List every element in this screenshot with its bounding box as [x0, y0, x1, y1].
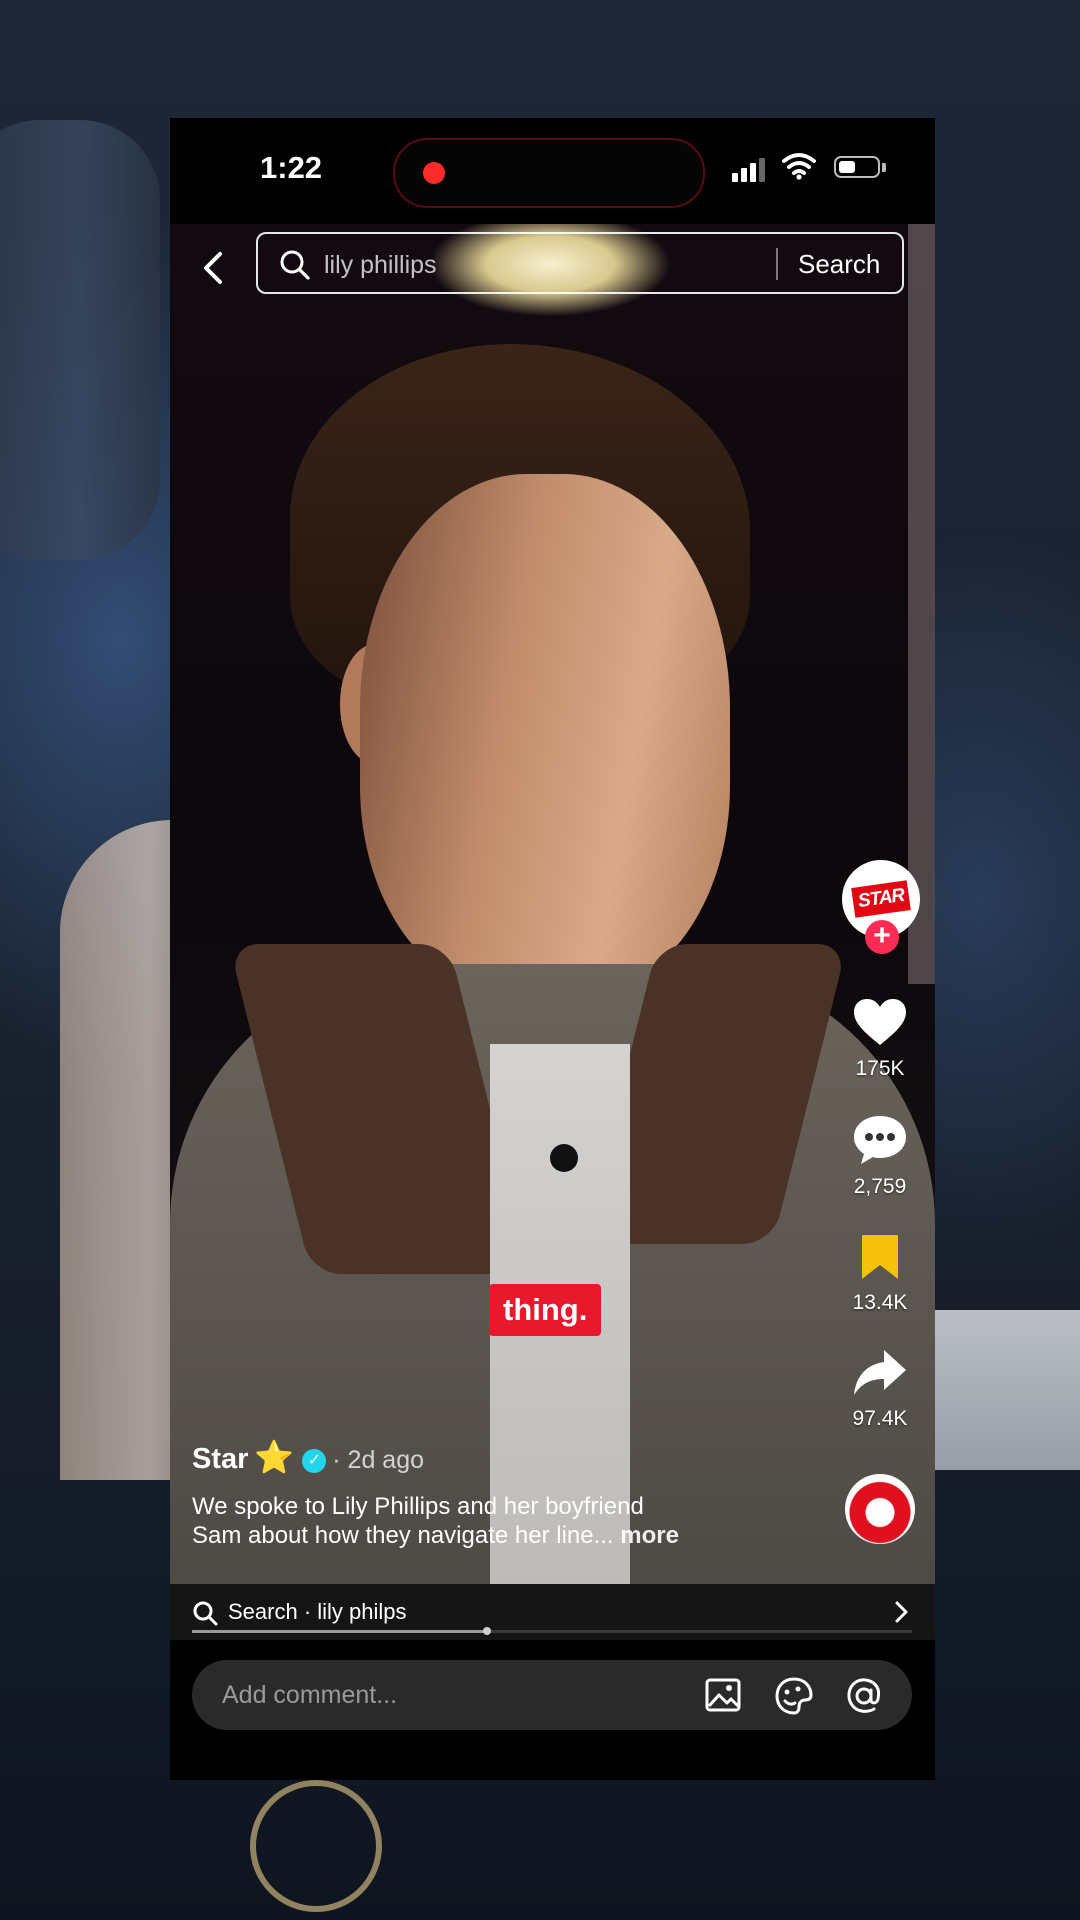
emoji-icon[interactable] — [774, 1676, 814, 1716]
creator-name[interactable]: Star — [192, 1443, 248, 1475]
save-button[interactable]: 13.4K — [830, 1232, 930, 1315]
save-count: 13.4K — [852, 1291, 908, 1314]
search-query[interactable]: lily phillips — [324, 251, 437, 280]
cellular-signal-icon — [732, 154, 768, 182]
search-bar[interactable]: lily phillips Search — [256, 232, 904, 294]
wifi-icon — [782, 153, 816, 180]
video-lapel-mic — [550, 1144, 578, 1172]
phone-screen: 1:22 lily phillips Search thing. STAR + … — [170, 118, 935, 1780]
video-subtitle: thing. — [489, 1284, 602, 1336]
follow-button[interactable]: + — [865, 920, 899, 954]
video-subject-face — [360, 474, 730, 994]
background-headrest — [0, 120, 160, 560]
share-icon — [854, 1350, 906, 1395]
creator-line: Star ⭐ ✓ · 2d ago — [192, 1438, 424, 1476]
recording-indicator-icon — [423, 162, 445, 184]
related-search-text: Search · lily philps — [228, 1599, 407, 1624]
like-count: 175K — [855, 1057, 905, 1080]
share-button[interactable]: 97.4K — [830, 1348, 930, 1431]
comment-input[interactable]: Add comment... — [222, 1681, 397, 1710]
background-car-panel — [935, 1310, 1080, 1470]
video-progress-bar[interactable] — [192, 1627, 912, 1635]
post-time: · 2d ago — [332, 1446, 425, 1474]
search-button[interactable]: Search — [798, 249, 880, 280]
like-button[interactable]: 175K — [830, 998, 930, 1081]
search-icon — [193, 1601, 218, 1626]
comment-button[interactable]: 2,759 — [830, 1114, 930, 1199]
comment-icon — [854, 1116, 906, 1164]
dynamic-island — [393, 138, 705, 208]
video-background-strip — [908, 224, 935, 984]
video-player[interactable] — [170, 224, 935, 1584]
back-icon[interactable] — [198, 248, 228, 288]
progress-fill — [192, 1630, 488, 1633]
share-count: 97.4K — [852, 1407, 908, 1430]
battery-cap — [882, 163, 886, 172]
caption-line-2: Sam about how they navigate her line... — [192, 1522, 614, 1549]
caption-line-1: We spoke to Lily Phillips and her boyfri… — [192, 1493, 644, 1520]
battery-icon — [834, 156, 880, 178]
bookmark-icon — [862, 1235, 898, 1279]
search-icon — [280, 250, 310, 280]
comment-count: 2,759 — [853, 1175, 907, 1198]
verified-badge-icon: ✓ — [302, 1449, 327, 1473]
caption-more-link[interactable]: more — [620, 1522, 679, 1549]
background-chain — [250, 1780, 382, 1912]
avatar-logo: STAR — [851, 880, 911, 918]
mention-icon[interactable] — [844, 1676, 884, 1716]
image-icon[interactable] — [704, 1676, 742, 1714]
music-disc-icon[interactable] — [845, 1474, 915, 1544]
creator-emoji: ⭐ — [254, 1439, 295, 1475]
heart-icon — [854, 999, 906, 1045]
comment-bar[interactable]: Add comment... — [192, 1660, 912, 1730]
video-caption[interactable]: We spoke to Lily Phillips and her boyfri… — [192, 1492, 792, 1550]
status-bar: 1:22 — [170, 118, 935, 224]
status-time: 1:22 — [260, 150, 323, 185]
chevron-right-icon — [895, 1601, 908, 1623]
search-divider — [776, 248, 778, 280]
